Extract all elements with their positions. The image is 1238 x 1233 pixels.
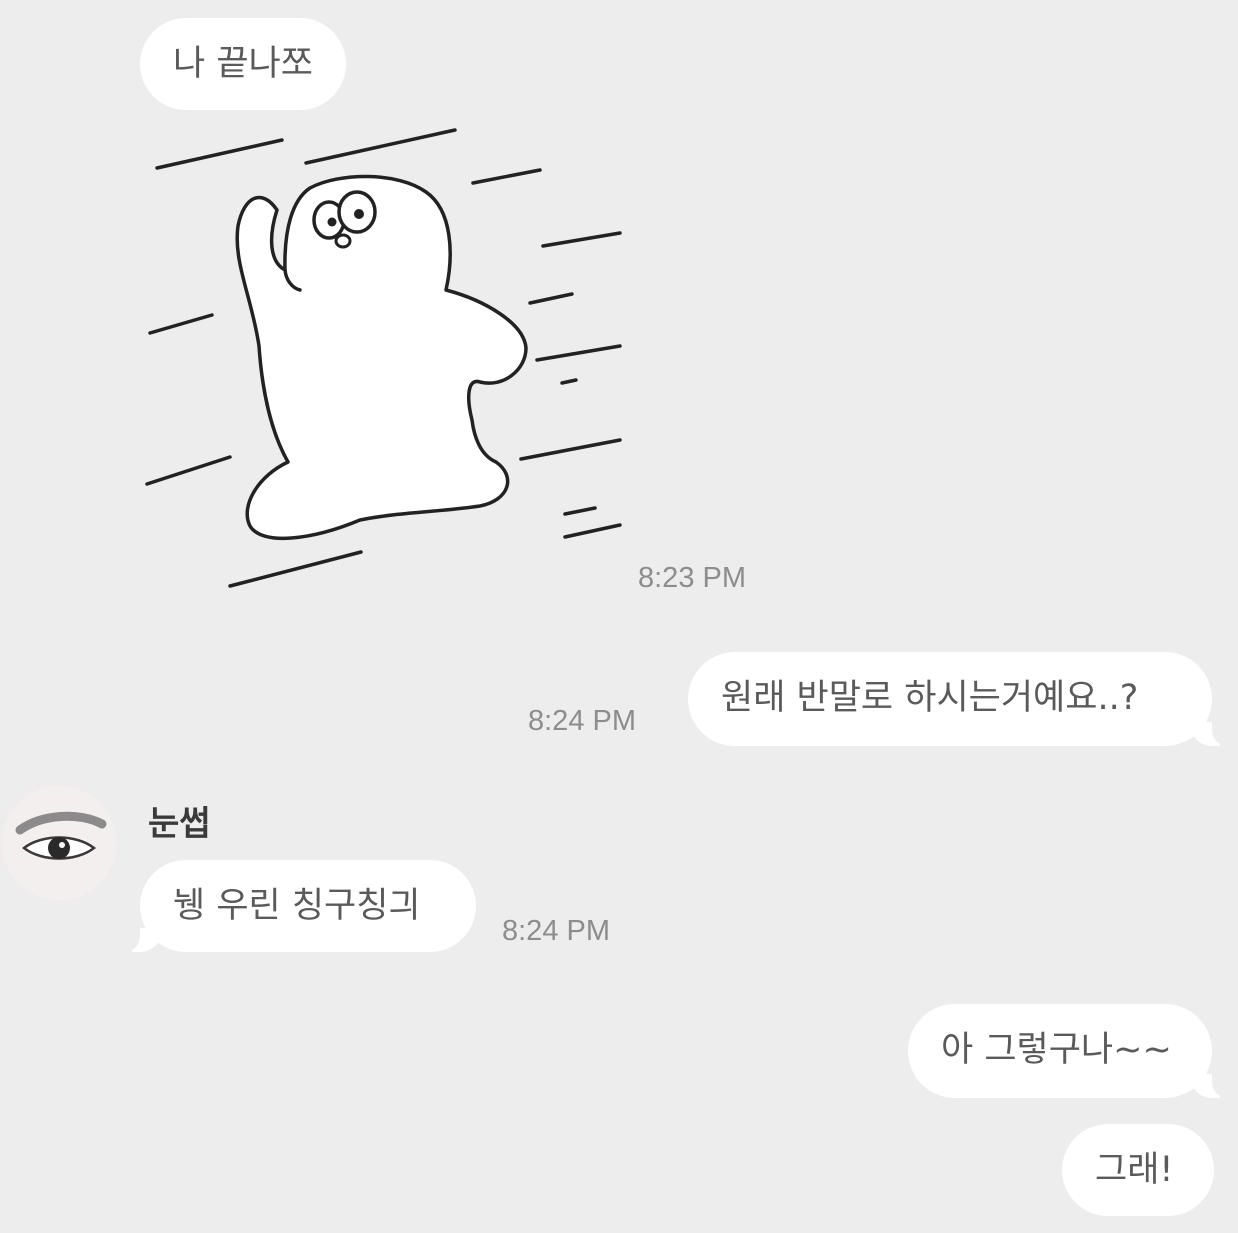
message-bubble[interactable]: 뉑 우린 칭구칭긔: [122, 860, 476, 952]
message-timestamp: 8:23 PM: [638, 562, 746, 594]
message-text: 나 끝나쪼: [173, 44, 313, 84]
message-timestamp: 8:24 PM: [528, 705, 636, 737]
message-timestamp: 8:24 PM: [502, 915, 610, 947]
sender-name: 눈썹: [148, 804, 211, 844]
message-bubble[interactable]: 아 그렇구나~~: [908, 1004, 1230, 1098]
eye-photo-avatar-icon: [2, 786, 116, 900]
message-text: 원래 반말로 하시는거예요..?: [721, 678, 1139, 718]
avatar[interactable]: [2, 786, 116, 900]
message-text: 그래!: [1095, 1150, 1174, 1190]
sticker-message[interactable]: [140, 125, 630, 595]
message-text: 아 그렇구나~~: [941, 1030, 1172, 1070]
message-bubble[interactable]: 나 끝나쪼: [140, 18, 346, 110]
message-bubble[interactable]: 원래 반말로 하시는거예요..?: [688, 652, 1230, 746]
waving-blob-sticker-icon: [145, 128, 622, 588]
message-text: 뉑 우린 칭구칭긔: [173, 886, 421, 926]
message-bubble[interactable]: 그래!: [1062, 1124, 1214, 1216]
